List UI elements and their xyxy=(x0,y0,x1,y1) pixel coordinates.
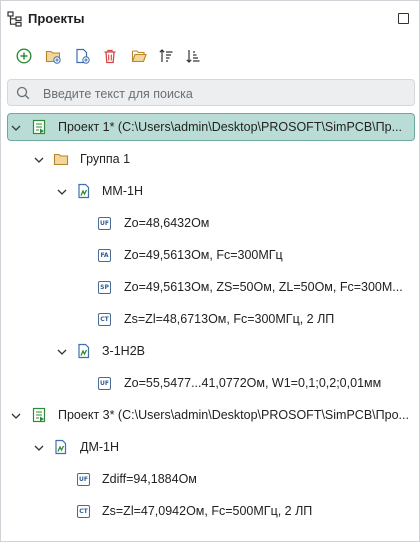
projects-panel: Проекты Введите текст для поиска Проект … xyxy=(0,0,420,542)
tree-item-result[interactable]: UF Zdiff=94,1884Ом xyxy=(1,463,419,495)
chevron-down-icon[interactable] xyxy=(56,345,68,357)
folder-icon xyxy=(53,151,69,167)
tree-item-model-z1n2v[interactable]: З-1Н2В xyxy=(1,335,419,367)
panel-title: Проекты xyxy=(28,11,85,26)
project-tree-icon xyxy=(7,11,23,27)
tree-item-project-3[interactable]: Проект 3* (C:\Users\admin\Desktop\PROSOF… xyxy=(1,399,419,431)
tree-item-label: ДМ-1Н xyxy=(80,440,120,454)
chevron-down-icon[interactable] xyxy=(10,409,22,421)
delete-icon xyxy=(102,48,118,69)
tree-item-label: Zo=55,5477...41,0772Ом, W1=0,1;0,2;0,01м… xyxy=(124,376,382,390)
tree-item-label: Zo=49,5613Ом, ZS=50Ом, ZL=50Ом, Fc=300М.… xyxy=(124,280,403,294)
tree-item-result[interactable]: FA Zo=49,5613Ом, Fc=300МГц xyxy=(1,239,419,271)
add-circle-icon xyxy=(16,47,32,69)
open-folder-button[interactable] xyxy=(126,45,152,71)
tree-item-result[interactable]: CT Zs=Zl=47,0942Ом, Fc=500МГц, 2 ЛП xyxy=(1,495,419,527)
tree-item-model-dm1n[interactable]: ДМ-1Н xyxy=(1,431,419,463)
sort-descending-icon xyxy=(185,48,201,69)
fa-result-icon: FA xyxy=(98,249,111,262)
search-input[interactable] xyxy=(41,83,405,104)
tree-item-label: Zs=Zl=48,6713Ом, Fc=300МГц, 2 ЛП xyxy=(124,312,335,326)
uf-result-icon: UF xyxy=(98,217,111,230)
open-folder-icon xyxy=(131,48,147,69)
model-file-icon xyxy=(53,439,69,455)
tree-item-project-1[interactable]: Проект 1* (C:\Users\admin\Desktop\PROSOF… xyxy=(1,111,419,143)
uf-sweep-result-icon: UF xyxy=(98,377,111,390)
sort-ascending-icon xyxy=(158,48,174,69)
tree-item-label: Zo=49,5613Ом, Fc=300МГц xyxy=(124,248,283,262)
tree-item-label: З-1Н2В xyxy=(102,344,145,358)
tree-item-label: Zs=Zl=47,0942Ом, Fc=500МГц, 2 ЛП xyxy=(102,504,313,518)
chevron-down-icon[interactable] xyxy=(33,153,45,165)
tree-item-label: Проект 3* (C:\Users\admin\Desktop\PROSOF… xyxy=(58,408,409,422)
tree-item-label: Группа 1 xyxy=(80,152,131,166)
project-icon xyxy=(31,407,47,423)
tree-item-model-mm1n[interactable]: ММ-1Н xyxy=(1,175,419,207)
search-icon xyxy=(16,86,30,100)
tree-item-label: Проект 1* (C:\Users\admin\Desktop\PROSOF… xyxy=(58,120,402,134)
new-folder-button[interactable] xyxy=(40,45,66,71)
delete-button[interactable] xyxy=(97,45,123,71)
ct-result-icon: CT xyxy=(98,313,111,326)
project-icon xyxy=(31,119,47,135)
chevron-down-icon[interactable] xyxy=(56,185,68,197)
tree-item-result[interactable]: CT Zs=Zl=48,6713Ом, Fc=300МГц, 2 ЛП xyxy=(1,303,419,335)
ct-result-icon: CT xyxy=(77,505,90,518)
new-file-button[interactable] xyxy=(69,45,95,71)
sort-ascending-button[interactable] xyxy=(153,45,179,71)
new-file-icon xyxy=(74,48,90,69)
chevron-down-icon[interactable] xyxy=(10,121,22,133)
tree-item-result[interactable]: UF Zo=55,5477...41,0772Ом, W1=0,1;0,2;0,… xyxy=(1,367,419,399)
sort-descending-button[interactable] xyxy=(180,45,206,71)
uf-result-icon: UF xyxy=(77,473,90,486)
model-file-icon xyxy=(76,343,92,359)
tree-item-group-1[interactable]: Группа 1 xyxy=(1,143,419,175)
tree-item-label: Zdiff=94,1884Ом xyxy=(102,472,197,486)
tree-item-result[interactable]: UF Zo=48,6432Ом xyxy=(1,207,419,239)
chevron-down-icon[interactable] xyxy=(33,441,45,453)
tree-item-result[interactable]: SP Zo=49,5613Ом, ZS=50Ом, ZL=50Ом, Fc=30… xyxy=(1,271,419,303)
add-button[interactable] xyxy=(11,45,37,71)
model-file-icon xyxy=(76,183,92,199)
maximize-icon[interactable] xyxy=(398,13,409,24)
panel-titlebar: Проекты xyxy=(1,1,419,37)
tree-item-label: Zo=48,6432Ом xyxy=(124,216,210,230)
new-folder-icon xyxy=(45,48,61,69)
tree-item-label: ММ-1Н xyxy=(102,184,143,198)
sp-result-icon: SP xyxy=(98,281,111,294)
search-box xyxy=(7,79,415,106)
